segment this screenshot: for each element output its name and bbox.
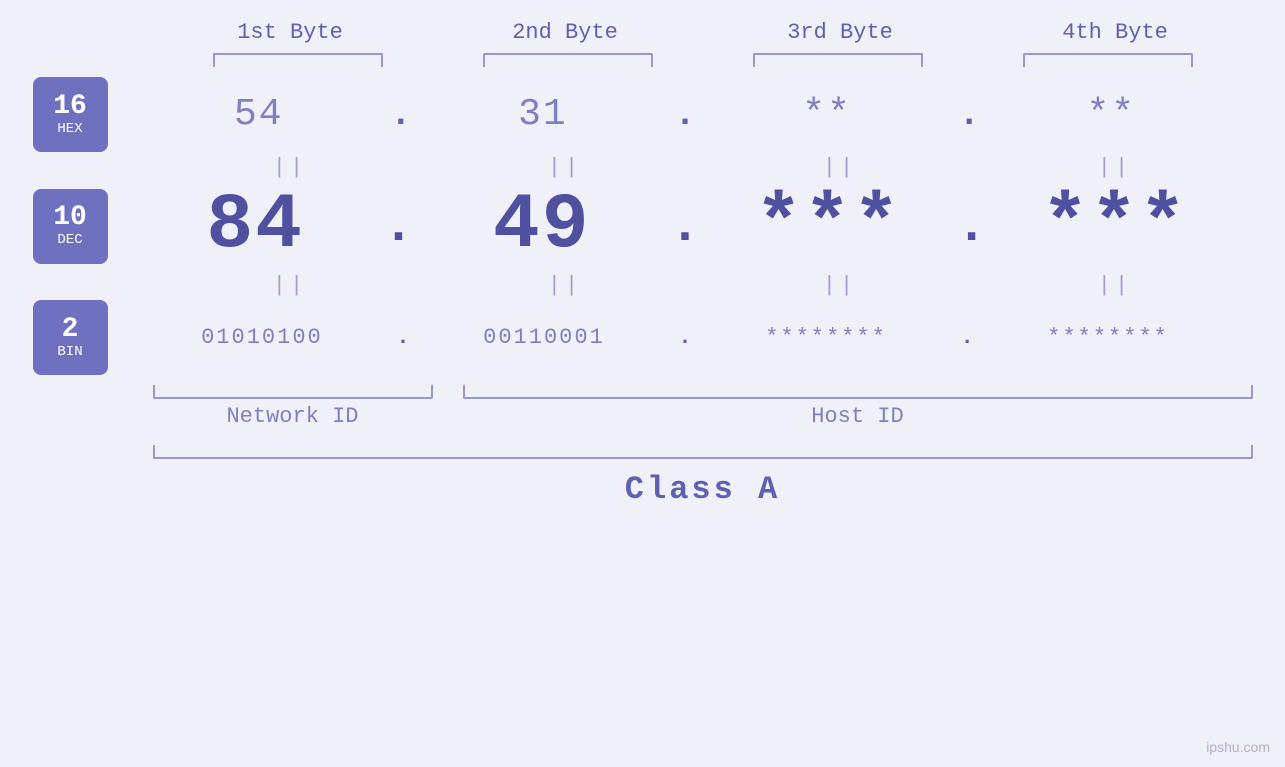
dec-badge-num: 10 — [53, 204, 87, 232]
dec-badge: 10 DEC — [33, 189, 108, 264]
watermark: ipshu.com — [1206, 739, 1270, 755]
host-bracket — [463, 385, 1253, 399]
pipe-1-1: || — [273, 155, 307, 180]
bottom-brackets — [153, 385, 1253, 399]
hex-byte-3: ** — [686, 93, 969, 136]
bin-byte-4: ******** — [964, 325, 1253, 350]
bin-row: 2 BIN 01010100 . 00110001 . ******** . *… — [33, 300, 1253, 375]
byte-header-4: 4th Byte — [978, 20, 1253, 45]
dec-val-2: 49 — [493, 182, 591, 270]
byte-header-2: 2nd Byte — [428, 20, 703, 45]
top-bracket-1 — [213, 53, 383, 67]
pipe-1-2: || — [548, 155, 582, 180]
bin-byte-2: 00110001 — [400, 325, 689, 350]
hex-val-3: ** — [802, 93, 852, 136]
class-label-row: Class A — [153, 471, 1253, 508]
class-label: Class A — [625, 471, 780, 508]
bin-val-3: ******** — [765, 325, 887, 350]
pipe-2-3: || — [823, 273, 857, 298]
top-bracket-2 — [483, 53, 653, 67]
byte-header-1: 1st Byte — [153, 20, 428, 45]
top-bracket-4 — [1023, 53, 1193, 67]
hex-val-4: ** — [1086, 93, 1136, 136]
pipe-2-2: || — [548, 273, 582, 298]
byte-header-3: 3rd Byte — [703, 20, 978, 45]
dec-val-3: *** — [755, 182, 901, 270]
top-brackets — [153, 53, 1253, 67]
host-id-text: Host ID — [811, 404, 903, 429]
sep-row-1: || || || || — [153, 152, 1253, 182]
main-bottom-bracket — [153, 445, 1253, 459]
top-bracket-3 — [753, 53, 923, 67]
hex-val-2: 31 — [518, 93, 568, 136]
hex-byte-2: 31 — [402, 93, 685, 136]
hex-val-1: 54 — [234, 93, 284, 136]
hex-byte-1: 54 — [118, 93, 401, 136]
main-container: 1st Byte 2nd Byte 3rd Byte 4th Byte 16 H… — [0, 0, 1285, 767]
dec-byte-1: 84 — [118, 182, 393, 270]
hex-row: 16 HEX 54 . 31 . ** . ** — [33, 77, 1253, 152]
hex-badge-num: 16 — [53, 93, 87, 121]
bin-val-2: 00110001 — [483, 325, 605, 350]
hex-badge-label: HEX — [57, 121, 82, 137]
pipe-1-4: || — [1098, 155, 1132, 180]
bin-values: 01010100 . 00110001 . ******** . *******… — [118, 325, 1253, 350]
pipe-2-4: || — [1098, 273, 1132, 298]
network-id-text: Network ID — [226, 404, 358, 429]
bin-byte-3: ******** — [682, 325, 971, 350]
dec-byte-4: *** — [977, 182, 1252, 270]
dec-val-4: *** — [1042, 182, 1188, 270]
pipe-1-3: || — [823, 155, 857, 180]
hex-values: 54 . 31 . ** . ** — [118, 93, 1253, 136]
sep-row-2: || || || || — [153, 270, 1253, 300]
network-id-label: Network ID — [153, 404, 433, 429]
byte-headers: 1st Byte 2nd Byte 3rd Byte 4th Byte — [153, 20, 1253, 45]
host-id-label: Host ID — [463, 404, 1253, 429]
dec-byte-2: 49 — [404, 182, 679, 270]
bin-val-4: ******** — [1047, 325, 1169, 350]
bin-val-1: 01010100 — [201, 325, 323, 350]
hex-badge: 16 HEX — [33, 77, 108, 152]
id-labels: Network ID Host ID — [153, 404, 1253, 429]
network-bracket — [153, 385, 433, 399]
hex-byte-4: ** — [970, 93, 1253, 136]
bin-byte-1: 01010100 — [118, 325, 407, 350]
dec-row: 10 DEC 84 . 49 . *** . *** — [33, 182, 1253, 270]
bin-badge: 2 BIN — [33, 300, 108, 375]
bin-badge-label: BIN — [57, 344, 82, 360]
pipe-2-1: || — [273, 273, 307, 298]
label-gap — [433, 404, 463, 429]
dec-badge-label: DEC — [57, 232, 82, 248]
bin-badge-num: 2 — [62, 316, 79, 344]
dec-byte-3: *** — [691, 182, 966, 270]
dec-values: 84 . 49 . *** . *** — [118, 182, 1253, 270]
dec-val-1: 84 — [206, 182, 304, 270]
